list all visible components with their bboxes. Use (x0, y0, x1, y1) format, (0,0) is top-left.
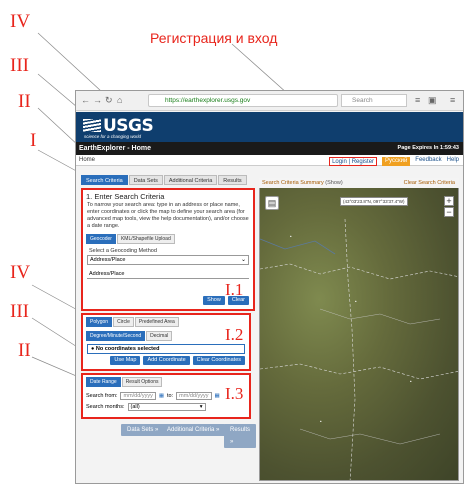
forward-icon[interactable]: → (93, 95, 102, 105)
town-marker: • (355, 299, 357, 304)
shape-tabs: Polygon Circle Predefined Area (86, 317, 246, 327)
annotation-iv-bottom: IV (10, 262, 31, 283)
zoom-out-button[interactable]: − (444, 207, 454, 217)
usgs-logo[interactable]: USGS (83, 116, 154, 136)
annotation-iii-top: III (10, 55, 29, 76)
search-panel: Search Criteria Data Sets Additional Cri… (81, 175, 257, 479)
show-button[interactable]: Show (203, 296, 225, 305)
chevron-down-icon: ⌄ (240, 257, 246, 263)
add-coordinate-button[interactable]: Add Coordinate (143, 356, 190, 365)
tab-geocoder[interactable]: Geocoder (86, 234, 116, 244)
usgs-tagline: science for a changing world (84, 134, 142, 139)
sidebar-icon[interactable]: ▣ (428, 95, 437, 106)
annotation-box-3: I.3 (225, 384, 244, 403)
url-bar[interactable]: https://earthexplorer.usgs.gov (148, 94, 338, 107)
criteria-summary-label: Search Criteria Summary (262, 180, 324, 186)
annotation-ii-bottom: II (18, 340, 31, 361)
search-criteria-title: 1. Enter Search Criteria (86, 192, 165, 201)
bullet-icon: ● (91, 346, 95, 352)
layers-icon[interactable]: ▤ (265, 196, 279, 210)
register-link[interactable]: Register (352, 159, 374, 165)
annotation-box-2: I.2 (225, 325, 244, 344)
option-dms[interactable]: Degree/Minute/Second (86, 331, 146, 341)
tab-additional-criteria[interactable]: Additional Criteria (163, 175, 218, 185)
language-button[interactable]: Русский (382, 156, 411, 166)
calendar-from-icon[interactable]: ▦ (159, 393, 164, 399)
date-tabs: Date Range Result Options (86, 377, 246, 387)
map-header: Search Criteria Summary (Show) Clear Sea… (259, 178, 459, 188)
account-links: Login | Register Русский Feedback Help (329, 155, 459, 166)
use-map-button[interactable]: Use Map (110, 356, 141, 365)
app-title-bar: EarthExplorer - Home Page Expires In 1:5… (76, 142, 463, 155)
annotation-box-1: I.1 (225, 280, 244, 299)
data-sets-button[interactable]: Data Sets » (121, 424, 165, 436)
annotation-caption: Регистрация и вход (150, 30, 278, 46)
criteria-summary-show[interactable]: (Show) (325, 180, 342, 186)
library-icon[interactable]: ≡ (415, 95, 420, 105)
help-link[interactable]: Help (447, 155, 459, 166)
tab-predefined-area[interactable]: Predefined Area (134, 317, 179, 327)
tab-polygon[interactable]: Polygon (86, 317, 113, 327)
search-months-label: Search months: (86, 404, 125, 410)
tab-kml-upload[interactable]: KML/Shapefile Upload (116, 234, 175, 244)
months-row: Search months: (all) ▾ (86, 403, 246, 411)
map-roads (260, 218, 458, 480)
date-to-input[interactable]: mm/dd/yyyy (176, 392, 212, 400)
annotation-ii-top: II (18, 91, 31, 112)
search-to-label: to: (167, 393, 174, 399)
usgs-banner: USGS science for a changing world (76, 112, 463, 142)
browser-toolbar: ← → ↻ ⌂ https://earthexplorer.usgs.gov S… (76, 91, 463, 111)
browser-window: ← → ↻ ⌂ https://earthexplorer.usgs.gov S… (75, 90, 464, 484)
coordinates-status: ● No coordinates selected (87, 344, 245, 354)
feedback-link[interactable]: Feedback (415, 155, 441, 166)
clear-criteria-link[interactable]: Clear Search Criteria (404, 178, 455, 188)
calendar-to-icon[interactable]: ▦ (215, 393, 220, 399)
menu-bar: Home Login | Register Русский Feedback H… (76, 155, 463, 166)
town-marker: • (410, 379, 412, 384)
geocoding-method-label: Select a Geocoding Method (89, 248, 157, 254)
browser-search-field[interactable]: Search (341, 94, 407, 107)
reload-icon[interactable]: ↻ (105, 95, 113, 106)
usgs-wave-icon (83, 119, 101, 132)
geocoder-tabs: Geocoder KML/Shapefile Upload (86, 234, 250, 244)
main-tabs: Search Criteria Data Sets Additional Cri… (81, 175, 255, 185)
search-from-label: Search from: (86, 393, 118, 399)
page-expiry: Page Expires In 1:59:43 (397, 145, 459, 151)
date-from-row: Search from: mm/dd/yyyy ▦ to: mm/dd/yyyy… (86, 392, 246, 400)
geocoding-method-select[interactable]: Address/Place ⌄ (87, 255, 249, 265)
menu-icon[interactable]: ≡ (450, 95, 455, 105)
coordinate-format-options: Degree/Minute/Second Decimal (86, 331, 246, 341)
tab-data-sets[interactable]: Data Sets (128, 175, 163, 185)
option-decimal[interactable]: Decimal (146, 331, 173, 341)
search-criteria-description: To narrow your search area: type in an a… (87, 202, 249, 229)
app-title: EarthExplorer - Home (79, 145, 151, 152)
clear-coordinates-button[interactable]: Clear Coordinates (192, 356, 245, 365)
back-icon[interactable]: ← (81, 95, 90, 105)
home-link[interactable]: Home (79, 155, 95, 166)
home-icon[interactable]: ⌂ (117, 95, 122, 105)
annotation-iii-bottom: III (10, 301, 29, 322)
tab-search-criteria[interactable]: Search Criteria (81, 175, 128, 185)
coordinate-buttons: Use Map Add Coordinate Clear Coordinates (110, 356, 245, 365)
tab-date-range[interactable]: Date Range (86, 377, 121, 387)
map-view[interactable]: ▤ (43°03'23.8"N, 097°33'37.4"W) + − • • … (259, 178, 459, 481)
tab-results[interactable]: Results (218, 175, 247, 185)
results-button[interactable]: Results » (224, 424, 257, 448)
coordinate-readout: (43°03'23.8"N, 097°33'37.4"W) (340, 197, 408, 206)
login-link[interactable]: Login (332, 159, 347, 165)
months-select[interactable]: (all) ▾ (127, 403, 206, 411)
town-marker: • (320, 419, 322, 424)
additional-criteria-button[interactable]: Additional Criteria » (161, 424, 226, 436)
address-input[interactable]: Address/Place (87, 270, 249, 279)
tab-result-options[interactable]: Result Options (121, 377, 163, 387)
login-register-box: Login | Register (329, 156, 378, 166)
tab-circle[interactable]: Circle (113, 317, 134, 327)
annotation-i-top: I (30, 130, 37, 151)
zoom-in-button[interactable]: + (444, 196, 454, 206)
annotation-iv-top: IV (10, 11, 31, 32)
chevron-down-icon: ▾ (199, 404, 203, 410)
town-marker: • (290, 234, 292, 239)
date-from-input[interactable]: mm/dd/yyyy (120, 392, 156, 400)
